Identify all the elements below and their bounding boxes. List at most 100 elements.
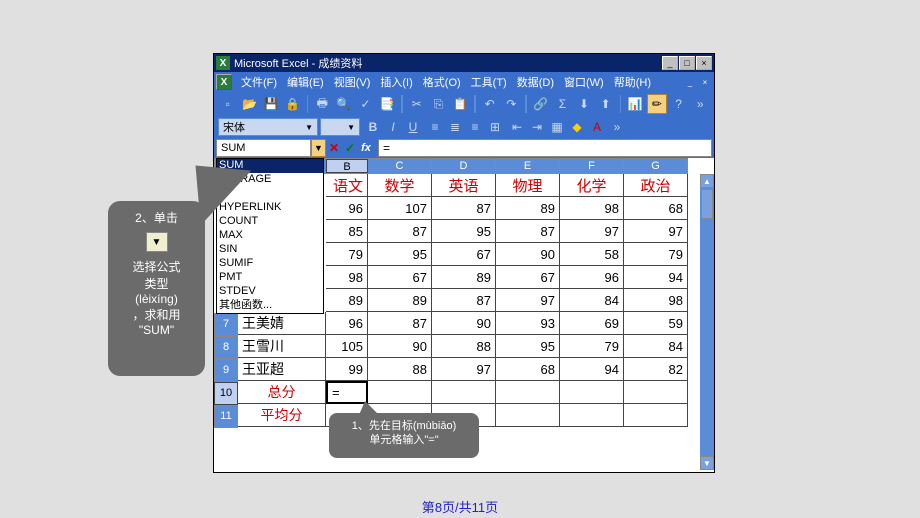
col-header-D[interactable]: D bbox=[432, 159, 496, 173]
cell-name[interactable]: 王亚超 bbox=[238, 358, 326, 381]
sum-icon[interactable]: Σ bbox=[553, 94, 573, 114]
align-center-icon[interactable]: ≣ bbox=[446, 118, 464, 136]
func-item-max[interactable]: MAX bbox=[217, 229, 323, 243]
align-left-icon[interactable]: ≡ bbox=[426, 118, 444, 136]
cell-subject[interactable]: 英语 bbox=[432, 174, 496, 197]
cell-total-label[interactable]: 总分 bbox=[238, 381, 326, 404]
func-item-pmt[interactable]: PMT bbox=[217, 271, 323, 285]
research-icon[interactable]: 📑 bbox=[377, 94, 397, 114]
menu-format[interactable]: 格式(O) bbox=[418, 72, 466, 92]
fill-color-icon[interactable]: ◆ bbox=[568, 118, 586, 136]
menu-window[interactable]: 窗口(W) bbox=[559, 72, 609, 92]
undo-icon[interactable]: ↶ bbox=[480, 94, 500, 114]
cell-subject[interactable]: 物理 bbox=[496, 174, 560, 197]
bold-button[interactable]: B bbox=[364, 118, 382, 136]
scroll-thumb[interactable] bbox=[701, 189, 713, 219]
cell-subject[interactable]: 化学 bbox=[560, 174, 624, 197]
new-icon[interactable]: ▫ bbox=[218, 94, 238, 114]
drawing-icon[interactable]: ✏ bbox=[647, 94, 667, 114]
sort-asc-icon[interactable]: ⬇ bbox=[574, 94, 594, 114]
chart-icon[interactable]: 📊 bbox=[625, 94, 645, 114]
preview-icon[interactable]: 🔍 bbox=[334, 94, 354, 114]
open-icon[interactable]: 📂 bbox=[240, 94, 260, 114]
scroll-up-icon[interactable]: ▲ bbox=[700, 174, 714, 188]
font-color-icon[interactable]: A bbox=[588, 118, 606, 136]
menu-view[interactable]: 视图(V) bbox=[329, 72, 376, 92]
menu-help[interactable]: 帮助(H) bbox=[609, 72, 656, 92]
permission-icon[interactable]: 🔒 bbox=[283, 94, 303, 114]
sort-desc-icon[interactable]: ⬆ bbox=[596, 94, 616, 114]
cell-name[interactable]: 王美婧 bbox=[238, 312, 326, 335]
func-item-sumif[interactable]: SUMIF bbox=[217, 257, 323, 271]
name-box-dropdown[interactable]: ▼ bbox=[311, 139, 326, 157]
cell-subject[interactable]: 政治 bbox=[624, 174, 688, 197]
cancel-button[interactable]: ✕ bbox=[326, 139, 342, 157]
row-header-7[interactable]: 7 bbox=[214, 313, 238, 336]
doc-minimize-button[interactable]: _ bbox=[683, 76, 697, 88]
font-combo[interactable]: 宋体▼ bbox=[218, 118, 318, 136]
dropdown-arrow-icon[interactable]: ▼ bbox=[146, 232, 168, 252]
menu-tools[interactable]: 工具(T) bbox=[466, 72, 512, 92]
name-box[interactable]: SUM bbox=[216, 139, 311, 157]
cell-avg-label[interactable]: 平均分 bbox=[238, 404, 326, 427]
minimize-button[interactable]: _ bbox=[662, 56, 678, 70]
link-icon[interactable]: 🔗 bbox=[531, 94, 551, 114]
scroll-down-icon[interactable]: ▼ bbox=[700, 456, 714, 470]
save-icon[interactable]: 💾 bbox=[261, 94, 281, 114]
align-right-icon[interactable]: ≡ bbox=[466, 118, 484, 136]
menu-edit[interactable]: 编辑(E) bbox=[282, 72, 329, 92]
row-header-9[interactable]: 9 bbox=[214, 359, 238, 382]
print-icon[interactable]: 🖶 bbox=[312, 94, 332, 114]
redo-icon[interactable]: ↷ bbox=[501, 94, 521, 114]
italic-button[interactable]: I bbox=[384, 118, 402, 136]
indent-dec-icon[interactable]: ⇤ bbox=[508, 118, 526, 136]
func-item-other[interactable]: 其他函数... bbox=[217, 299, 323, 313]
underline-button[interactable]: U bbox=[404, 118, 422, 136]
row-header-10[interactable]: 10 bbox=[214, 382, 238, 405]
col-header-F[interactable]: F bbox=[560, 159, 624, 173]
window-title: Microsoft Excel - 成绩资料 bbox=[234, 55, 662, 71]
callout-step-1: 1、先在目标(mùbiāo) 单元格输入"=" bbox=[329, 413, 479, 458]
doc-icon[interactable]: X bbox=[216, 74, 232, 90]
spell-icon[interactable]: ✓ bbox=[356, 94, 376, 114]
title-bar: X Microsoft Excel - 成绩资料 _ □ × bbox=[214, 54, 714, 72]
excel-window: X Microsoft Excel - 成绩资料 _ □ × X 文件(F) 编… bbox=[213, 53, 715, 473]
col-header-G[interactable]: G bbox=[624, 159, 688, 173]
doc-close-button[interactable]: × bbox=[698, 76, 712, 88]
row-header-11[interactable]: 11 bbox=[214, 405, 238, 428]
menu-data[interactable]: 数据(D) bbox=[512, 72, 559, 92]
func-item-sin[interactable]: SIN bbox=[217, 243, 323, 257]
formula-bar: SUM ▼ ✕ ✓ fx = bbox=[214, 138, 714, 158]
enter-button[interactable]: ✓ bbox=[342, 139, 358, 157]
formatting-toolbar: 宋体▼ ▼ B I U ≡ ≣ ≡ ⊞ ⇤ ⇥ ▦ ◆ A » bbox=[214, 116, 714, 138]
page-number: 第8页/共11页 bbox=[0, 497, 920, 516]
col-header-B[interactable]: B bbox=[326, 159, 368, 173]
borders-icon[interactable]: ▦ bbox=[548, 118, 566, 136]
cut-icon[interactable]: ✂ bbox=[407, 94, 427, 114]
menu-insert[interactable]: 插入(I) bbox=[375, 72, 417, 92]
paste-icon[interactable]: 📋 bbox=[450, 94, 470, 114]
cell-subject[interactable]: 语文 bbox=[326, 174, 368, 197]
maximize-button[interactable]: □ bbox=[679, 56, 695, 70]
help-icon[interactable]: ? bbox=[669, 94, 689, 114]
fx-button[interactable]: fx bbox=[358, 139, 374, 157]
size-combo[interactable]: ▼ bbox=[320, 118, 360, 136]
cell-name[interactable]: 王雪川 bbox=[238, 335, 326, 358]
col-header-E[interactable]: E bbox=[496, 159, 560, 173]
func-item-stdev[interactable]: STDEV bbox=[217, 285, 323, 299]
col-header-C[interactable]: C bbox=[368, 159, 432, 173]
merge-icon[interactable]: ⊞ bbox=[486, 118, 504, 136]
close-button[interactable]: × bbox=[696, 56, 712, 70]
indent-inc-icon[interactable]: ⇥ bbox=[528, 118, 546, 136]
menu-file[interactable]: 文件(F) bbox=[236, 72, 282, 92]
callout-title: 2、单击 bbox=[114, 209, 199, 226]
column-headers: B C D E F G bbox=[326, 158, 688, 174]
vertical-scrollbar[interactable]: ▲ ▼ bbox=[700, 174, 714, 470]
more-fmt-icon[interactable]: » bbox=[608, 118, 626, 136]
more-icon[interactable]: » bbox=[690, 94, 710, 114]
copy-icon[interactable]: ⎘ bbox=[429, 94, 449, 114]
formula-input[interactable]: = bbox=[378, 139, 712, 157]
cell-subject[interactable]: 数学 bbox=[368, 174, 432, 197]
callout-step-2: 2、单击 ▼ 选择公式 类型 (lèixíng) ，求和用 "SUM" bbox=[108, 201, 205, 376]
row-header-8[interactable]: 8 bbox=[214, 336, 238, 359]
